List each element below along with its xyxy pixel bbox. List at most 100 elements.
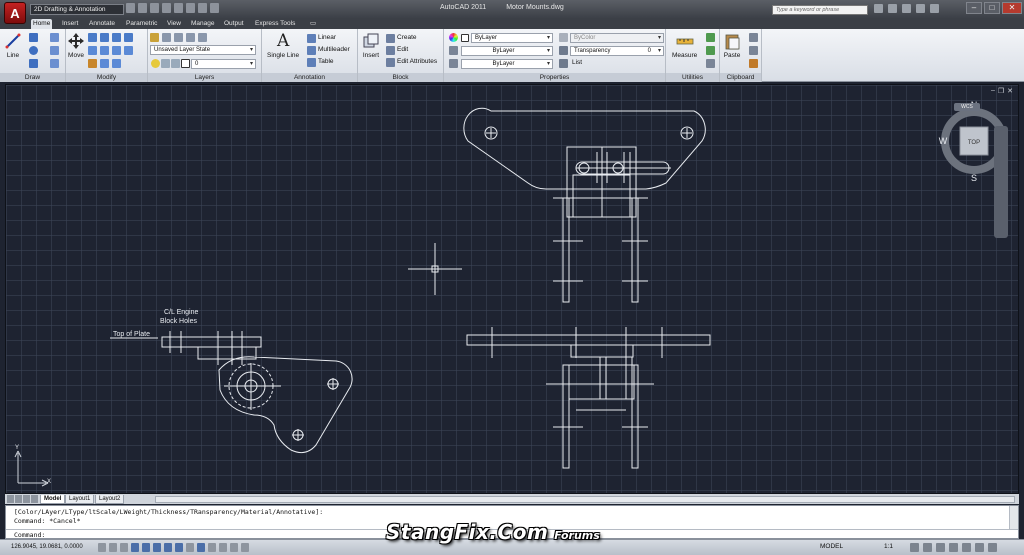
layer-properties-icon[interactable] bbox=[150, 33, 159, 42]
qat-dropdown-icon[interactable] bbox=[210, 3, 219, 13]
lineweight-display-icon[interactable] bbox=[208, 543, 216, 552]
toolbar-lock-icon[interactable] bbox=[936, 543, 945, 552]
trim-icon[interactable] bbox=[100, 33, 109, 42]
first-layout-icon[interactable] bbox=[7, 495, 14, 503]
grid-display-icon[interactable] bbox=[120, 543, 128, 552]
match-properties-icon[interactable] bbox=[749, 59, 758, 68]
measure-button[interactable]: Measure bbox=[672, 32, 697, 59]
save-as-icon[interactable] bbox=[162, 3, 171, 13]
properties-panel-title[interactable]: Properties bbox=[444, 73, 665, 82]
layers-panel-title[interactable]: Layers bbox=[148, 73, 261, 82]
plot-style-dropdown[interactable]: ByColor bbox=[570, 33, 664, 43]
coordinate-readout[interactable]: 126.9045, 19.0681, 0.0000 bbox=[11, 544, 83, 550]
new-icon[interactable] bbox=[126, 3, 135, 13]
plot-icon[interactable] bbox=[174, 3, 183, 13]
isolate-objects-icon[interactable] bbox=[962, 543, 971, 552]
layer-isolate-icon[interactable] bbox=[162, 33, 171, 42]
model-space-toggle[interactable]: MODEL bbox=[820, 543, 843, 550]
save-icon[interactable] bbox=[150, 3, 159, 13]
scale-icon[interactable] bbox=[88, 59, 97, 68]
tab-manage[interactable]: Manage bbox=[189, 19, 217, 29]
lineweight-dropdown[interactable]: ByLayer bbox=[461, 59, 553, 69]
binoculars-icon[interactable] bbox=[874, 4, 883, 13]
hatch-icon[interactable] bbox=[50, 46, 59, 55]
clean-screen-icon[interactable] bbox=[988, 543, 997, 552]
id-point-icon[interactable] bbox=[706, 59, 715, 68]
polyline-icon[interactable] bbox=[29, 33, 38, 42]
calculator-icon[interactable] bbox=[706, 46, 715, 55]
edit-block-button[interactable]: Edit bbox=[397, 46, 408, 53]
prev-layout-icon[interactable] bbox=[15, 495, 22, 503]
close-button[interactable]: ✕ bbox=[1002, 2, 1022, 14]
draw-panel-title[interactable]: Draw bbox=[0, 73, 65, 82]
quick-properties-icon[interactable] bbox=[230, 543, 238, 552]
annotation-visibility-icon[interactable] bbox=[910, 543, 919, 552]
create-block-button[interactable]: Create bbox=[397, 34, 417, 41]
status-menu-icon[interactable] bbox=[975, 543, 984, 552]
arc-icon[interactable] bbox=[29, 59, 38, 68]
array-icon[interactable] bbox=[100, 59, 109, 68]
block-panel-title[interactable]: Block bbox=[358, 73, 443, 82]
line-button[interactable]: Line bbox=[4, 32, 22, 59]
transparency-field[interactable]: Transparency 0 bbox=[570, 46, 664, 56]
3d-object-snap-icon[interactable] bbox=[164, 543, 172, 552]
application-menu-button[interactable]: A bbox=[4, 2, 26, 24]
mirror-icon[interactable] bbox=[88, 46, 97, 55]
utilities-panel-title[interactable]: Utilities bbox=[666, 73, 719, 82]
sun-icon[interactable] bbox=[161, 59, 170, 68]
minimize-button[interactable]: – bbox=[966, 2, 982, 14]
color-dropdown[interactable]: ByLayer bbox=[471, 33, 553, 43]
ribbon-minimize-icon[interactable]: ▭ bbox=[308, 19, 318, 29]
drawing-canvas[interactable]: – ❐ ✕ C/L Engine Block Holes Top of Plat… bbox=[5, 84, 1019, 494]
layer-off-icon[interactable] bbox=[186, 33, 195, 42]
communication-icon[interactable] bbox=[902, 4, 911, 13]
command-scrollbar[interactable] bbox=[1009, 506, 1018, 529]
compass-west[interactable]: W bbox=[939, 136, 948, 146]
multileader-button[interactable]: Multileader bbox=[318, 46, 350, 53]
copy-icon[interactable] bbox=[124, 33, 133, 42]
command-input[interactable]: Command: bbox=[14, 531, 45, 539]
open-icon[interactable] bbox=[138, 3, 147, 13]
stretch-icon[interactable] bbox=[124, 46, 133, 55]
undo-icon[interactable] bbox=[186, 3, 195, 13]
layer-state-dropdown[interactable]: Unsaved Layer State bbox=[150, 45, 256, 55]
rotate-icon[interactable] bbox=[88, 33, 97, 42]
next-layout-icon[interactable] bbox=[23, 495, 30, 503]
clipboard-panel-title[interactable]: Clipboard bbox=[720, 73, 761, 82]
tab-model[interactable]: Model bbox=[40, 495, 66, 504]
list-button[interactable]: List bbox=[572, 59, 582, 66]
draw-more-icon[interactable] bbox=[50, 59, 59, 68]
copy-clip-icon[interactable] bbox=[749, 46, 758, 55]
workspace-dropdown[interactable]: 2D Drafting & Annotation bbox=[30, 4, 124, 15]
tab-layout2[interactable]: Layout2 bbox=[95, 495, 125, 504]
explode-icon[interactable] bbox=[112, 46, 121, 55]
cut-icon[interactable] bbox=[749, 33, 758, 42]
lightbulb-icon[interactable] bbox=[151, 59, 160, 68]
snap-mode-icon[interactable] bbox=[109, 543, 117, 552]
dynamic-input-icon[interactable] bbox=[197, 543, 205, 552]
offset-icon[interactable] bbox=[112, 59, 121, 68]
infer-constraints-icon[interactable] bbox=[98, 543, 106, 552]
erase-icon[interactable] bbox=[112, 33, 121, 42]
modify-panel-title[interactable]: Modify bbox=[66, 73, 147, 82]
selection-cycling-icon[interactable] bbox=[241, 543, 249, 552]
move-button[interactable]: Move bbox=[67, 32, 85, 59]
workspace-switch-icon[interactable] bbox=[923, 543, 932, 552]
layer-freeze-icon[interactable] bbox=[174, 33, 183, 42]
horizontal-scrollbar[interactable] bbox=[155, 496, 1015, 503]
navigation-bar[interactable] bbox=[994, 126, 1008, 238]
tab-home[interactable]: Home bbox=[31, 19, 53, 29]
annotation-scale[interactable]: 1:1 bbox=[884, 543, 893, 550]
tab-layout1[interactable]: Layout1 bbox=[65, 495, 95, 504]
fillet-icon[interactable] bbox=[100, 46, 109, 55]
wcs-menu[interactable]: WCS bbox=[954, 103, 980, 111]
lock-icon[interactable] bbox=[171, 59, 180, 68]
tab-insert[interactable]: Insert bbox=[60, 19, 80, 29]
viewcube-top-face[interactable]: TOP bbox=[968, 140, 980, 146]
tab-parametric[interactable]: Parametric bbox=[124, 19, 159, 29]
table-button[interactable]: Table bbox=[318, 58, 334, 65]
layer-lock-icon[interactable] bbox=[198, 33, 207, 42]
circle-icon[interactable] bbox=[29, 46, 38, 55]
tab-express-tools[interactable]: Express Tools bbox=[253, 19, 297, 29]
insert-block-button[interactable]: Insert bbox=[362, 32, 380, 59]
